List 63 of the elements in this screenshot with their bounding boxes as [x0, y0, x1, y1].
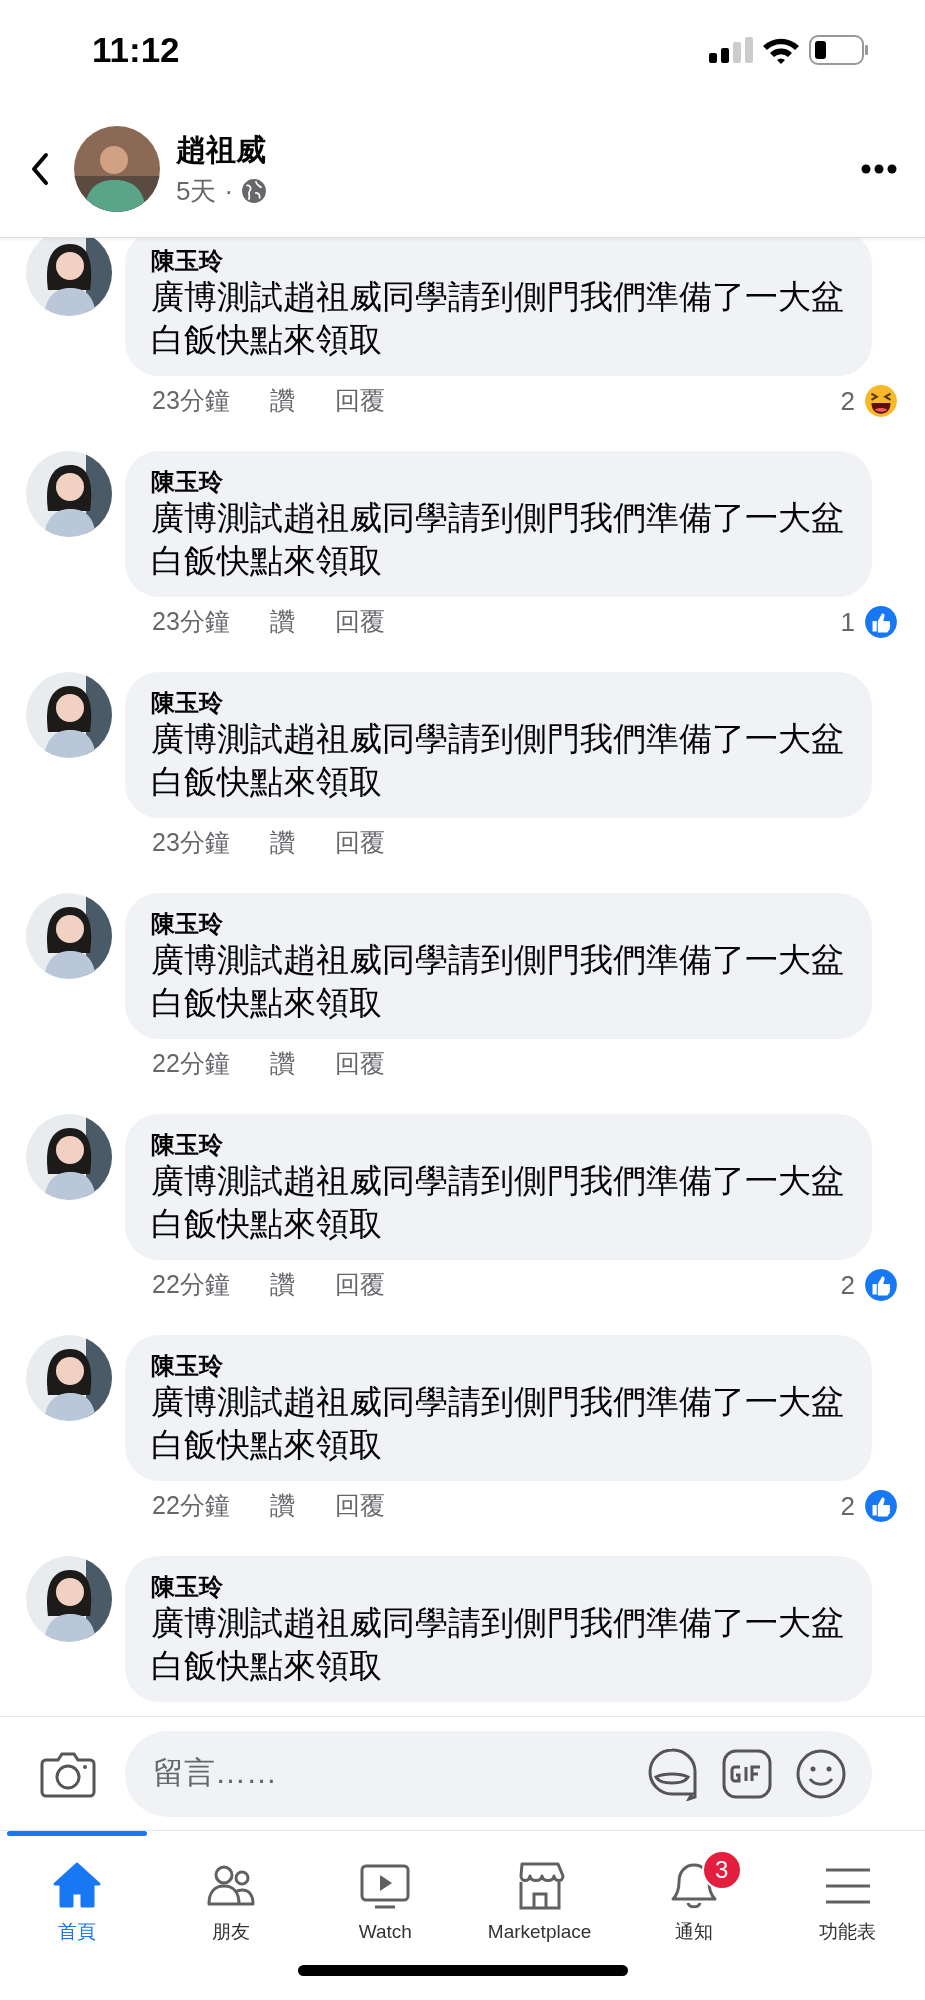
comment-box[interactable]: 留言……	[125, 1730, 872, 1817]
clock-time: 11:12	[92, 28, 180, 71]
comment-text: 廣博測試趙祖威同學請到側門我們準備了一大盆白飯快點來領取	[151, 719, 845, 802]
reaction-count: 1	[840, 605, 855, 639]
commenter-name: 陳玉玲	[151, 1352, 224, 1380]
comment-text: 廣博測試趙祖威同學請到側門我們準備了一大盆白飯快點來領取	[151, 1603, 845, 1686]
commenter-name: 陳玉玲	[151, 468, 224, 496]
commenter-name: 陳玉玲	[151, 910, 224, 938]
like-link[interactable]: 讚	[269, 1487, 295, 1525]
comment-text: 廣博測試趙祖威同學請到側門我們準備了一大盆白飯快點來領取	[151, 498, 845, 581]
like-reaction-icon	[863, 1267, 899, 1303]
emoji-icon[interactable]	[796, 1748, 846, 1799]
like-link[interactable]: 讚	[269, 1266, 295, 1304]
sticker-icon[interactable]	[646, 1746, 698, 1801]
reply-link[interactable]: 回覆	[334, 1487, 385, 1525]
comment-time: 23分鐘	[152, 385, 230, 417]
reaction-count: 2	[840, 384, 855, 418]
reply-link[interactable]: 回覆	[334, 1045, 385, 1083]
reply-link[interactable]: 回覆	[334, 1266, 385, 1304]
comment-time: 22分鐘	[152, 1048, 230, 1080]
like-link[interactable]: 讚	[269, 824, 295, 862]
gif-icon[interactable]	[722, 1748, 772, 1799]
back-button[interactable]	[30, 151, 50, 186]
commenter-name: 陳玉玲	[151, 247, 224, 275]
like-link[interactable]: 讚	[269, 1045, 295, 1083]
tab[interactable]: Watch	[308, 1831, 463, 1948]
commenter-name: 陳玉玲	[151, 1131, 224, 1159]
commenter-name: 陳玉玲	[151, 689, 224, 717]
wifi-icon	[761, 36, 801, 64]
commenter-name: 陳玉玲	[151, 1573, 224, 1601]
post-age: 5天	[176, 174, 217, 208]
comment-text: 廣博測試趙祖威同學請到側門我們準備了一大盆白飯快點來領取	[151, 940, 845, 1023]
reply-link[interactable]: 回覆	[334, 824, 385, 862]
poster-name: 趙祖威	[176, 131, 267, 168]
tab[interactable]: Marketplace	[462, 1831, 617, 1948]
like-reaction-icon	[863, 604, 899, 640]
reply-link[interactable]: 回覆	[334, 603, 385, 641]
tab[interactable]: 首頁	[0, 1831, 154, 1948]
comment-text: 廣博測試趙祖威同學請到側門我們準備了一大盆白飯快點來領取	[151, 1161, 845, 1244]
signal-icon	[709, 37, 753, 63]
separator-dot: ·	[224, 174, 234, 208]
tab[interactable]: 3 通知	[616, 1831, 771, 1948]
like-reaction-icon	[863, 1488, 899, 1524]
comment-time: 23分鐘	[152, 827, 230, 859]
laugh-reaction-icon	[863, 383, 899, 419]
comment-time: 23分鐘	[152, 606, 230, 638]
battery-icon	[809, 35, 869, 65]
notification-count: 3	[701, 1850, 742, 1890]
back-icon	[30, 151, 50, 186]
like-link[interactable]: 讚	[269, 603, 295, 641]
reply-link[interactable]: 回覆	[334, 382, 385, 420]
comment-text: 廣博測試趙祖威同學請到側門我們準備了一大盆白飯快點來領取	[151, 1382, 845, 1465]
more-icon	[861, 163, 897, 174]
globe-icon	[241, 178, 268, 204]
like-link[interactable]: 讚	[269, 382, 295, 420]
reaction-count: 2	[840, 1489, 855, 1523]
comment-text: 廣博測試趙祖威同學請到側門我們準備了一大盆白飯快點來領取	[151, 277, 845, 360]
tab[interactable]: 朋友	[154, 1831, 309, 1948]
comment-time: 22分鐘	[152, 1490, 230, 1522]
comment-time: 22分鐘	[152, 1269, 230, 1301]
more-button[interactable]	[861, 163, 897, 174]
tab[interactable]: 功能表	[770, 1831, 925, 1948]
reaction-count: 2	[840, 1268, 855, 1302]
